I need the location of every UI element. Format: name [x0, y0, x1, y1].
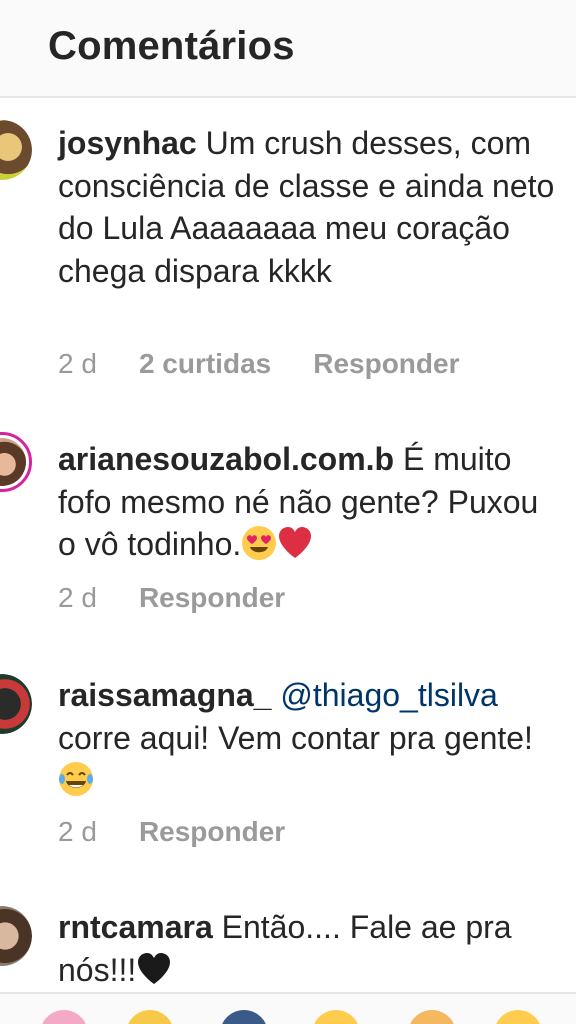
comment-text: josynhac Um crush desses, com consciênci…	[58, 122, 558, 292]
heart-reaction-icon[interactable]	[40, 1010, 88, 1024]
comment-text: arianesouzabol.com.b É muito fofo mesmo …	[58, 438, 558, 566]
comment-username[interactable]: rntcamara	[58, 909, 213, 945]
laugh-reaction-icon[interactable]	[494, 1010, 542, 1024]
avatar[interactable]	[0, 120, 32, 180]
comment-username[interactable]: josynhac	[58, 125, 197, 161]
comment-username[interactable]: arianesouzabol.com.b	[58, 441, 394, 477]
comments-header: Comentários	[0, 0, 576, 98]
comment-meta: 2 d Responder	[58, 816, 285, 848]
tears-of-joy-emoji	[59, 762, 93, 796]
page-title: Comentários	[48, 24, 295, 68]
avatar[interactable]	[0, 432, 32, 492]
reply-button[interactable]: Responder	[139, 816, 285, 848]
fire-reaction-icon[interactable]	[220, 1010, 268, 1024]
comment-time: 2 d	[58, 582, 97, 613]
reply-button[interactable]: Responder	[313, 348, 459, 380]
comment-likes[interactable]: 2 curtidas	[139, 348, 271, 380]
avatar[interactable]	[0, 906, 32, 966]
quick-reaction-bar	[0, 992, 576, 1024]
comment-body: corre aqui! Vem contar pra gente!	[58, 719, 533, 756]
comment-username[interactable]: raissamagna_	[58, 677, 271, 713]
black-heart-emoji	[138, 952, 171, 984]
mention-link[interactable]: @thiago_tlsilva	[280, 677, 497, 713]
comment-text: rntcamara Então.... Fale ae pra nós!!!	[58, 906, 558, 991]
hands-reaction-icon[interactable]	[408, 1010, 456, 1024]
comment-meta: 2 d Responder	[58, 582, 285, 614]
clap-reaction-icon[interactable]	[126, 1010, 174, 1024]
red-heart-emoji	[279, 527, 312, 558]
smile-reaction-icon[interactable]	[312, 1010, 360, 1024]
heart-eyes-emoji	[242, 526, 277, 560]
avatar[interactable]	[0, 674, 32, 734]
comment-time: 2 d	[58, 348, 97, 379]
comment-text: raissamagna_ @thiago_tlsilva corre aqui!…	[58, 674, 558, 802]
comment-time: 2 d	[58, 816, 97, 847]
reply-button[interactable]: Responder	[139, 582, 285, 614]
comment-meta: 2 d 2 curtidas Responder	[58, 348, 459, 380]
